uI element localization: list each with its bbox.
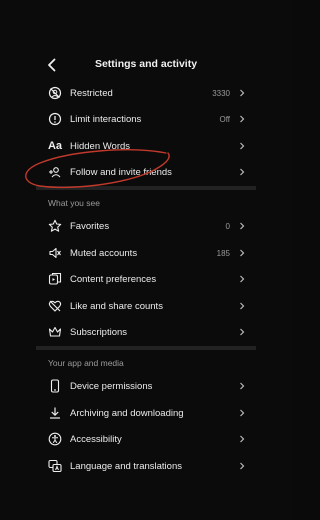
menu-item-device-permissions[interactable]: Device permissions — [36, 373, 256, 399]
star-icon — [48, 219, 62, 233]
section-divider — [36, 346, 256, 350]
menu-item-label: Muted accounts — [70, 247, 138, 259]
menu-item-archiving-downloading[interactable]: Archiving and downloading — [36, 400, 256, 426]
chevron-right-icon — [238, 435, 246, 443]
section-label-app-media: Your app and media — [48, 358, 124, 368]
text-aa-icon: Aa — [47, 140, 63, 152]
chevron-right-icon — [238, 302, 246, 310]
muted-count: 185 — [216, 248, 230, 258]
chevron-right-icon — [238, 462, 246, 470]
menu-item-label: Limit interactions — [70, 113, 142, 125]
menu-item-language-translations[interactable]: Language and translations — [36, 453, 256, 479]
chevron-right-icon — [238, 328, 246, 336]
menu-item-subscriptions[interactable]: Subscriptions — [36, 319, 256, 345]
heart-slash-icon — [48, 299, 62, 313]
chevron-right-icon — [238, 89, 246, 97]
crown-icon — [48, 325, 62, 339]
menu-item-muted-accounts[interactable]: Muted accounts 185 — [36, 240, 256, 266]
menu-item-label: Follow and invite friends — [70, 166, 172, 178]
menu-item-limit-interactions[interactable]: Limit interactions Off — [36, 106, 256, 132]
chevron-right-icon — [238, 275, 246, 283]
section-divider — [36, 186, 256, 190]
chevron-right-icon — [238, 409, 246, 417]
accessibility-icon — [48, 432, 62, 446]
menu-item-label: Archiving and downloading — [70, 407, 184, 419]
chevron-right-icon — [238, 222, 246, 230]
chevron-right-icon — [238, 168, 246, 176]
settings-screen: Settings and activity Restricted 3330 Li… — [0, 0, 292, 520]
menu-item-label: Device permissions — [70, 380, 153, 392]
menu-item-label: Favorites — [70, 220, 110, 232]
menu-item-like-share-counts[interactable]: Like and share counts — [36, 293, 256, 319]
menu-item-label: Language and translations — [70, 460, 182, 472]
chevron-right-icon — [238, 115, 246, 123]
language-icon — [48, 459, 62, 473]
section-label-what-you-see: What you see — [48, 198, 100, 208]
restricted-icon — [48, 86, 62, 100]
header: Settings and activity — [36, 0, 256, 80]
content-icon — [48, 272, 62, 286]
page-title: Settings and activity — [94, 58, 198, 70]
chevron-right-icon — [238, 382, 246, 390]
menu-item-restricted[interactable]: Restricted 3330 — [36, 80, 256, 106]
menu-item-label: Content preferences — [70, 273, 157, 285]
menu-item-label: Subscriptions — [70, 326, 128, 338]
limit-icon — [48, 112, 62, 126]
muted-icon — [48, 246, 62, 260]
limit-status: Off — [219, 114, 230, 124]
chevron-right-icon — [238, 142, 246, 150]
menu-item-label: Hidden Words — [70, 140, 131, 152]
restricted-count: 3330 — [212, 88, 230, 98]
menu-item-label: Accessibility — [70, 433, 122, 445]
chevron-right-icon — [238, 249, 246, 257]
download-icon — [48, 406, 62, 420]
favorites-count: 0 — [225, 221, 230, 231]
phone-icon — [48, 379, 62, 393]
menu-item-content-preferences[interactable]: Content preferences — [36, 266, 256, 292]
menu-item-label: Restricted — [70, 87, 113, 99]
menu-item-label: Like and share counts — [70, 300, 163, 312]
menu-item-follow-invite[interactable]: Follow and invite friends — [36, 159, 256, 185]
add-person-icon — [48, 165, 62, 179]
menu-item-hidden-words[interactable]: Aa Hidden Words — [36, 133, 256, 159]
menu-item-accessibility[interactable]: Accessibility — [36, 426, 256, 452]
menu-item-favorites[interactable]: Favorites 0 — [36, 213, 256, 239]
